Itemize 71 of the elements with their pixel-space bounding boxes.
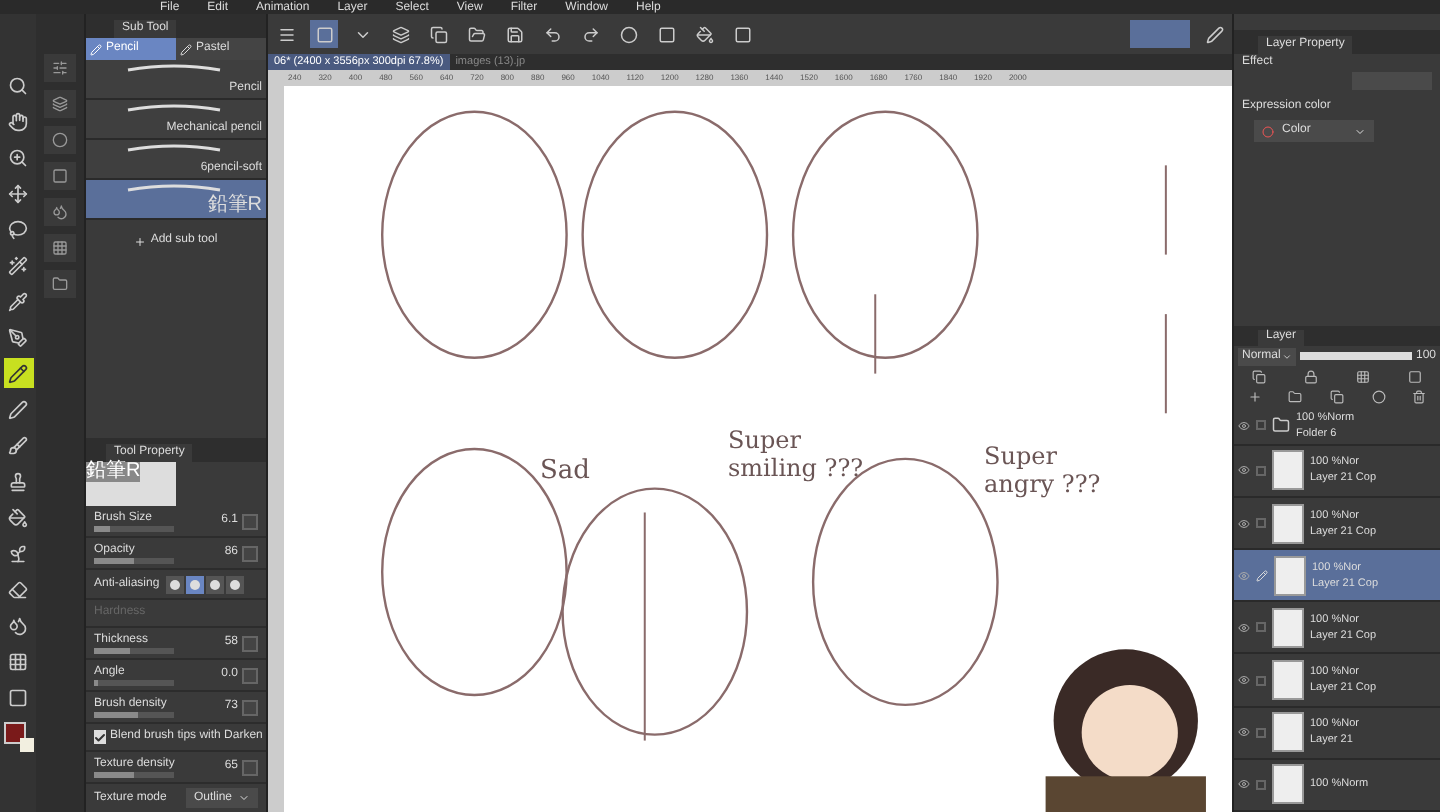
slider-track[interactable] — [94, 771, 174, 777]
pencil-icon[interactable] — [3, 358, 33, 388]
edit-icon — [1256, 569, 1268, 582]
layer-thumbnail — [1272, 607, 1304, 648]
pressure-toggle[interactable] — [1130, 20, 1190, 48]
panel-icon[interactable] — [44, 198, 76, 226]
layer-tool-icon[interactable] — [1304, 370, 1319, 385]
layer-tool-icon[interactable] — [1247, 390, 1262, 405]
opacity-bar[interactable] — [1300, 352, 1412, 361]
panel-icon[interactable] — [44, 234, 76, 262]
chevron-down-icon — [238, 792, 250, 804]
folder-icon — [1272, 416, 1290, 435]
lock-checkbox[interactable] — [1256, 518, 1266, 529]
visibility-icon[interactable] — [1238, 517, 1250, 530]
layer-tool-icon[interactable] — [1329, 390, 1344, 405]
antialias-option[interactable] — [165, 575, 184, 593]
chevron-down-icon — [1282, 351, 1293, 362]
layer-thumbnail — [1272, 660, 1304, 701]
layer-tool-icon[interactable] — [1371, 390, 1386, 405]
stroke-icon — [124, 142, 224, 154]
lock-checkbox[interactable] — [1256, 420, 1266, 431]
toolbar-icon[interactable] — [310, 20, 338, 48]
main-color-swatch[interactable] — [3, 722, 25, 744]
canvas-label: Super angry ??? — [984, 442, 1103, 498]
stroke-icon — [124, 182, 224, 194]
pencil-icon — [90, 43, 102, 55]
slider-track[interactable] — [94, 557, 174, 563]
canvas-label: Sad — [540, 454, 590, 490]
visibility-icon[interactable] — [1238, 621, 1250, 634]
layer-tool-icon[interactable] — [1355, 370, 1370, 385]
layer-tool-icon[interactable] — [1407, 370, 1422, 385]
visibility-icon[interactable] — [1238, 464, 1250, 477]
sub-tool-item[interactable]: 鉛筆R — [86, 180, 266, 220]
slider-track[interactable] — [94, 711, 174, 717]
panel-icon[interactable] — [44, 126, 76, 154]
circle-icon — [1262, 125, 1274, 138]
panel-icon[interactable] — [44, 270, 76, 298]
plus-icon — [134, 235, 147, 247]
antialias-option[interactable] — [205, 575, 224, 593]
panel-icon[interactable] — [44, 162, 76, 190]
chevron-down-icon — [1354, 125, 1366, 138]
layer-thumbnail — [1272, 764, 1304, 805]
slider-track[interactable] — [94, 647, 174, 653]
layer-tool-icon[interactable] — [1288, 390, 1303, 405]
sub-tool-name: 鉛筆R — [207, 196, 262, 216]
visibility-icon[interactable] — [1238, 778, 1250, 791]
layer-thumbnail — [1272, 503, 1304, 544]
panel-icon[interactable] — [44, 90, 76, 118]
antialias-option[interactable] — [225, 575, 244, 593]
pencil-icon — [180, 43, 192, 55]
layer-tool-icon[interactable] — [1412, 390, 1427, 405]
stroke-icon — [124, 102, 224, 114]
lock-checkbox[interactable] — [1256, 622, 1266, 633]
lock-checkbox[interactable] — [1256, 779, 1266, 790]
visibility-icon[interactable] — [1238, 726, 1250, 739]
preset-name: 鉛筆R — [86, 462, 141, 482]
panel-icon[interactable] — [44, 54, 76, 82]
stroke-icon — [124, 62, 224, 74]
layer-thumbnail — [1272, 712, 1304, 753]
layer-tool-icon[interactable] — [1252, 370, 1267, 385]
layer-thumbnail — [1274, 555, 1306, 596]
checkbox[interactable] — [94, 730, 106, 744]
lock-checkbox[interactable] — [1256, 675, 1266, 686]
lock-checkbox[interactable] — [1256, 465, 1266, 476]
canvas-label: Super smiling ??? — [728, 426, 866, 482]
antialias-option[interactable] — [185, 575, 204, 593]
visibility-icon[interactable] — [1238, 419, 1250, 432]
lock-checkbox[interactable] — [1256, 727, 1266, 738]
sub-color-swatch[interactable] — [19, 738, 33, 752]
visibility-icon[interactable] — [1238, 674, 1250, 687]
layer-thumbnail — [1272, 450, 1304, 491]
